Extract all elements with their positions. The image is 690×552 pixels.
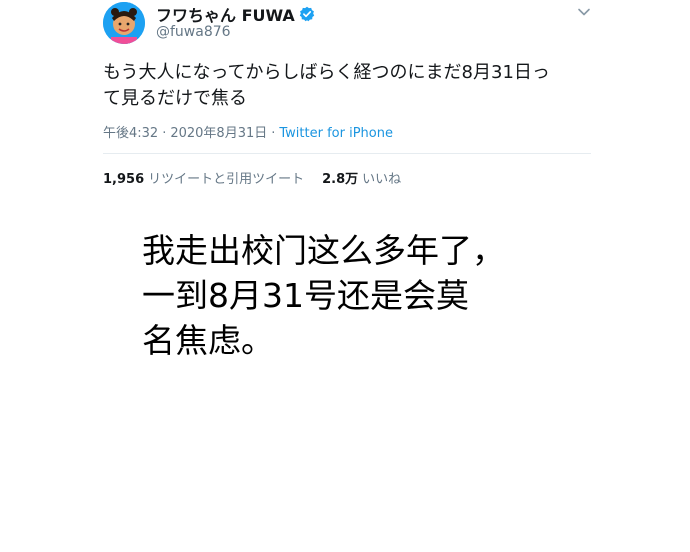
chevron-down-icon[interactable] bbox=[576, 4, 592, 20]
retweets-count: 1,956 bbox=[103, 172, 145, 187]
likes-label: いいね bbox=[362, 172, 402, 187]
tweet-source-link[interactable]: Twitter for iPhone bbox=[279, 126, 393, 141]
avatar-image bbox=[103, 2, 145, 44]
retweets-label: リツイートと引用ツイート bbox=[148, 172, 305, 187]
divider bbox=[103, 153, 591, 154]
caption-line: 名焦虑。 bbox=[142, 321, 274, 360]
tweet-text-line: て見るだけで焦る bbox=[103, 88, 247, 109]
tweet-meta: 午後4:32 · 2020年8月31日 · Twitter for iPhone bbox=[103, 122, 393, 141]
likes-stat[interactable]: 2.8万 いいね bbox=[322, 172, 401, 187]
retweets-stat[interactable]: 1,956 リツイートと引用ツイート bbox=[103, 172, 304, 187]
avatar[interactable] bbox=[103, 2, 145, 44]
tweet-stats: 1,956 リツイートと引用ツイート 2.8万 いいね bbox=[103, 168, 401, 187]
caption-text: 我走出校门这么多年了， 一到8月31号还是会莫 名焦虑。 bbox=[142, 228, 642, 363]
caption-line: 一到8月31号还是会莫 bbox=[142, 276, 469, 315]
likes-count: 2.8万 bbox=[322, 172, 359, 187]
meta-separator: · bbox=[162, 126, 167, 141]
tweet-text: もう大人になってからしばらく経つのにまだ8月31日っ て見るだけで焦る bbox=[103, 60, 603, 112]
display-name-text: フワちゃん FUWA bbox=[156, 6, 295, 25]
verified-badge-icon bbox=[299, 6, 315, 22]
display-name[interactable]: フワちゃん FUWA bbox=[156, 2, 315, 26]
user-handle[interactable]: @fuwa876 bbox=[156, 24, 231, 40]
tweet-text-line: もう大人になってからしばらく経つのにまだ8月31日っ bbox=[103, 62, 550, 83]
tweet-date[interactable]: 2020年8月31日 bbox=[170, 126, 267, 141]
tweet-time[interactable]: 午後4:32 bbox=[103, 126, 158, 141]
caption-line: 我走出校门这么多年了， bbox=[142, 231, 505, 270]
meta-separator: · bbox=[271, 126, 276, 141]
